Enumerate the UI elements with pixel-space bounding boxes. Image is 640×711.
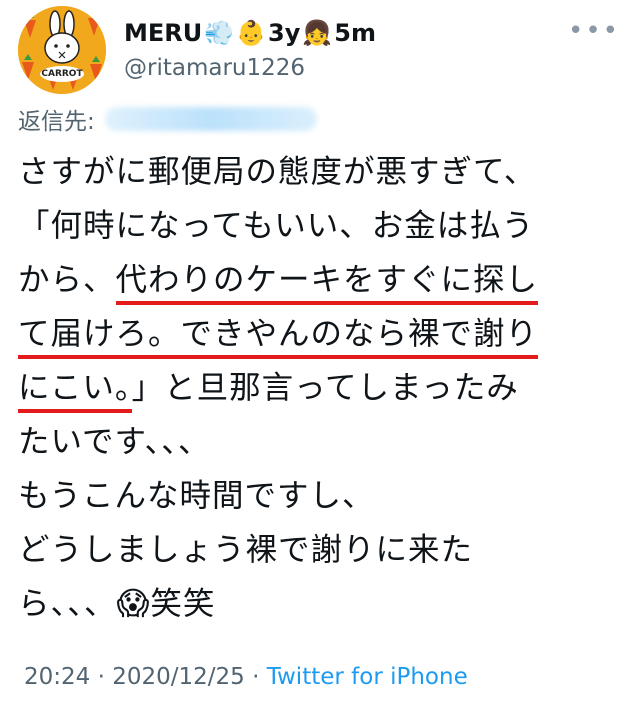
avatar[interactable]: CARROT [18,6,106,94]
reply-target-redacted [104,107,317,131]
tweet-line: ら、、、😱笑笑 [18,586,216,622]
red-underline: 代わりのケーキをすぐに探し [115,262,539,305]
age-label-2: 5m [334,19,376,47]
avatar-label: CARROT [41,69,83,79]
reply-to-row: 返信先: [18,103,317,135]
tweet-line: にこい。」と旦那言ってしまったみ [18,361,628,415]
author-name-row[interactable]: MERU 💨 👶 3y 👧 5m [124,16,376,50]
display-name[interactable]: MERU [124,19,202,47]
red-underline: にこい。 [18,370,132,413]
tweet-date[interactable]: 2020/12/25 [112,664,245,690]
tweet-line: さすがに郵便局の態度が悪すぎて、 [18,154,537,190]
tweet-text: さすがに郵便局の態度が悪すぎて、 「何時になってもいい、お金は払う から、代わり… [18,145,628,631]
tweet-line: たいです、、、 [18,424,211,460]
red-underline: て届けろ。できやんのなら裸で謝り [18,316,539,359]
tweet-source-link[interactable]: Twitter for iPhone [267,664,468,690]
miffy-carrot-avatar-image [18,6,106,94]
tweet-line: どうしましょう裸で謝りに来た [18,532,474,568]
more-options-icon[interactable]: ••• [568,16,620,46]
girl-emoji: 👧 [302,19,333,47]
tweet-line: から、代わりのケーキをすぐに探し [18,253,628,307]
tweet-meta: 20:24 · 2020/12/25 · Twitter for iPhone [24,664,468,690]
dash-emoji: 💨 [204,19,235,47]
author-handle[interactable]: @ritamaru1226 [124,55,305,81]
tweet-time[interactable]: 20:24 [24,664,90,690]
tweet-line: 「何時になってもいい、お金は払う [18,208,535,244]
age-label-1: 3y [268,19,301,47]
tweet-line: もうこんな時間ですし、 [18,478,375,514]
baby-emoji: 👶 [236,19,267,47]
tweet-line: て届けろ。できやんのなら裸で謝り [18,307,628,361]
meta-separator: · [252,664,260,690]
meta-separator: · [97,664,105,690]
screaming-face-emoji: 😱 [116,586,151,622]
reply-label: 返信先: [18,109,95,135]
